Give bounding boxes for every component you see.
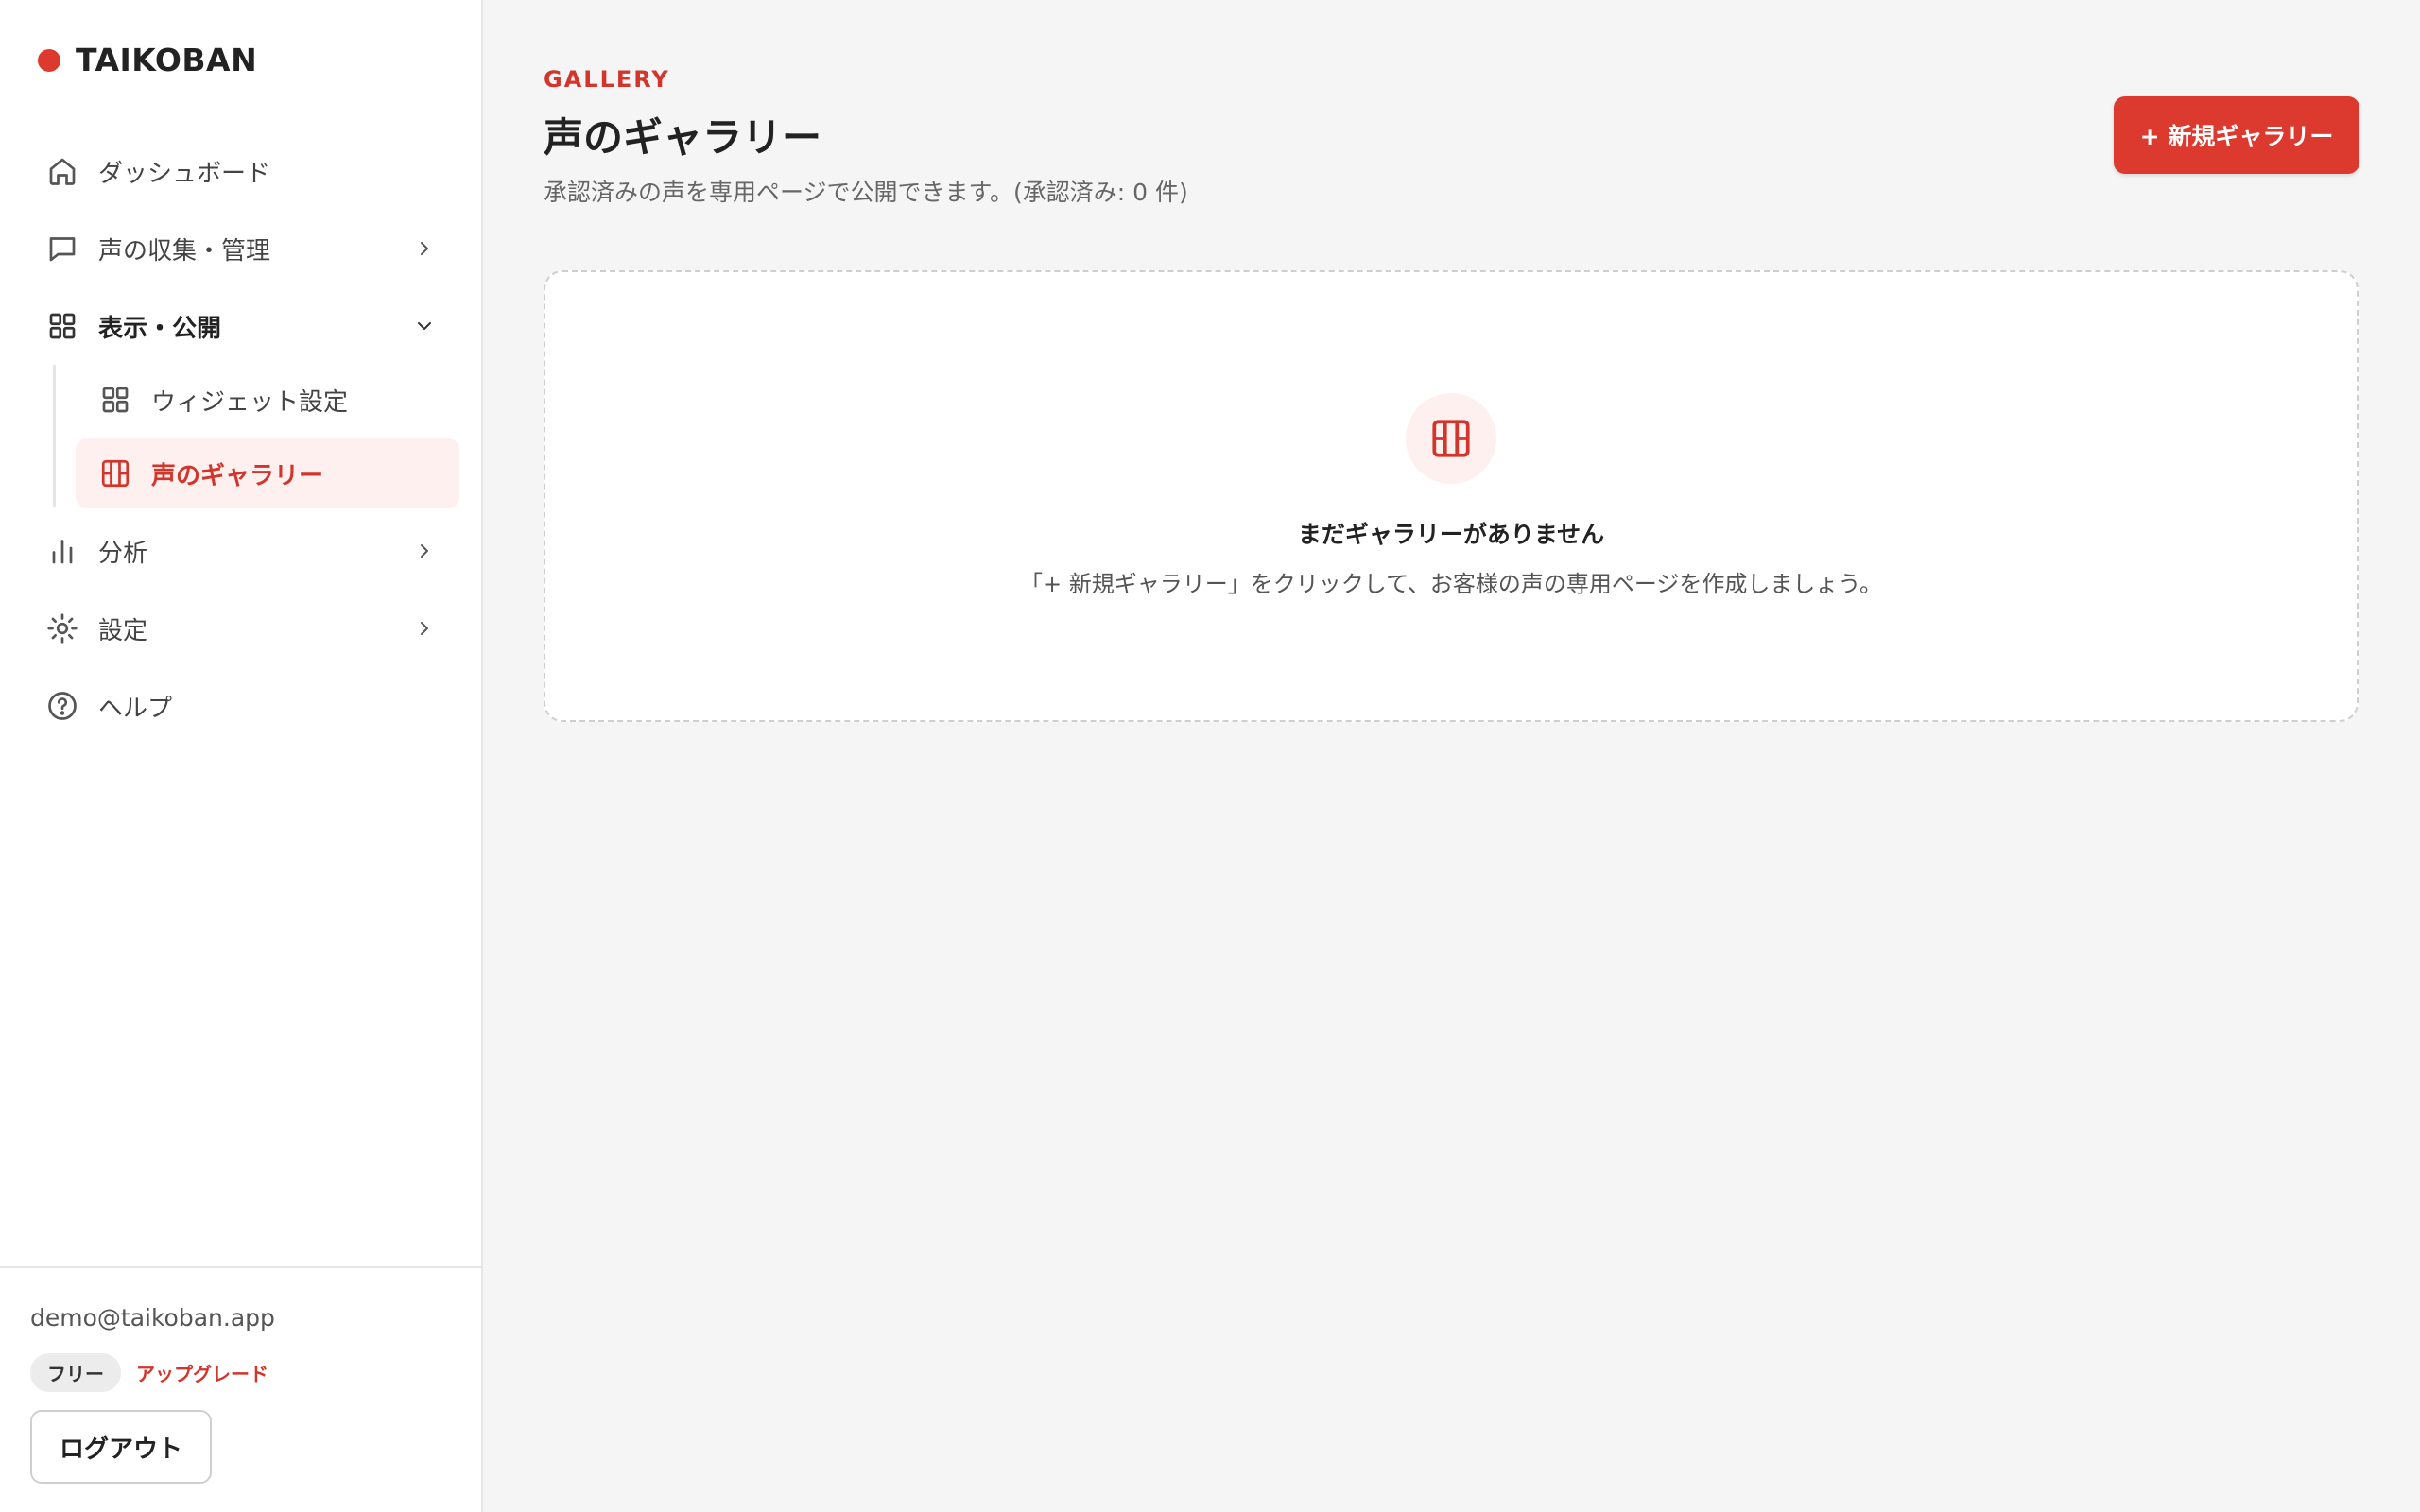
brand[interactable]: TAIKOBAN [38,42,257,78]
sidebar-nav: ダッシュボード 声の収集・管理 表示・公開 ウィジェット設定 声のギャラリー 分… [0,132,483,745]
sidebar-item-help[interactable]: ヘルプ [0,667,483,745]
chevron-down-icon [413,315,436,337]
message-square-icon [45,232,79,266]
sidebar: TAIKOBAN ダッシュボード 声の収集・管理 表示・公開 ウィジェット設定 … [0,0,483,1512]
sidebar-item-label: 声の収集・管理 [98,236,271,266]
subnav-display-publish: ウィジェット設定 声のギャラリー [53,365,483,508]
sidebar-item-label: 分析 [98,539,148,568]
sidebar-item-voice-gallery[interactable]: 声のギャラリー [76,438,459,508]
home-icon [45,154,79,188]
brand-logo-dot [38,48,60,72]
empty-state-card: まだギャラリーがありません 「+ 新規ギャラリー」をクリックして、お客様の声の専… [544,270,2359,722]
help-circle-icon [45,689,79,723]
sidebar-item-label: ダッシュボード [98,159,271,188]
sidebar-item-widget-settings[interactable]: ウィジェット設定 [76,365,459,435]
empty-state-description: 「+ 新規ギャラリー」をクリックして、お客様の声の専用ページを作成しましょう。 [1020,571,1882,597]
sidebar-item-settings[interactable]: 設定 [0,590,483,667]
plan-badge: フリー [30,1353,121,1392]
sidebar-item-label: 表示・公開 [98,314,222,343]
grid-icon [45,309,79,343]
app-root: TAIKOBAN ダッシュボード 声の収集・管理 表示・公開 ウィジェット設定 … [0,0,2420,1512]
plan-row: フリー アップグレード [30,1353,268,1392]
chevron-right-icon [413,237,436,260]
gallery-icon [1406,393,1496,484]
sidebar-item-dashboard[interactable]: ダッシュボード [0,132,483,210]
sidebar-footer: demo@taikoban.app フリー アップグレード ログアウト [0,1266,481,1512]
gallery-icon [98,456,132,490]
grid-icon [98,383,132,417]
sidebar-item-label: 設定 [98,616,148,645]
sidebar-item-analytics[interactable]: 分析 [0,512,483,590]
brand-name: TAIKOBAN [76,42,258,78]
sidebar-item-label: ヘルプ [98,694,173,723]
empty-state-title: まだギャラリーがありません [1297,521,1605,548]
sidebar-item-display-publish[interactable]: 表示・公開 [0,287,483,365]
user-email: demo@taikoban.app [30,1304,275,1332]
main-content: GALLERY 声のギャラリー 承認済みの声を専用ページで公開できます。(承認済… [483,0,2420,1512]
page-subtitle: 承認済みの声を専用ページで公開できます。(承認済み: 0 件) [544,179,1188,206]
new-gallery-button[interactable]: + 新規ギャラリー [2114,96,2360,174]
logout-button[interactable]: ログアウト [30,1410,212,1484]
upgrade-link[interactable]: アップグレード [136,1359,268,1386]
chevron-right-icon [413,617,436,640]
gear-icon [45,611,79,645]
page-title: 声のギャラリー [544,114,822,161]
chevron-right-icon [413,540,436,562]
page-eyebrow: GALLERY [544,66,670,93]
sidebar-item-label: 声のギャラリー [151,461,324,490]
sidebar-item-label: ウィジェット設定 [151,387,349,417]
bar-chart-icon [45,534,79,568]
sidebar-item-collect-manage[interactable]: 声の収集・管理 [0,210,483,287]
